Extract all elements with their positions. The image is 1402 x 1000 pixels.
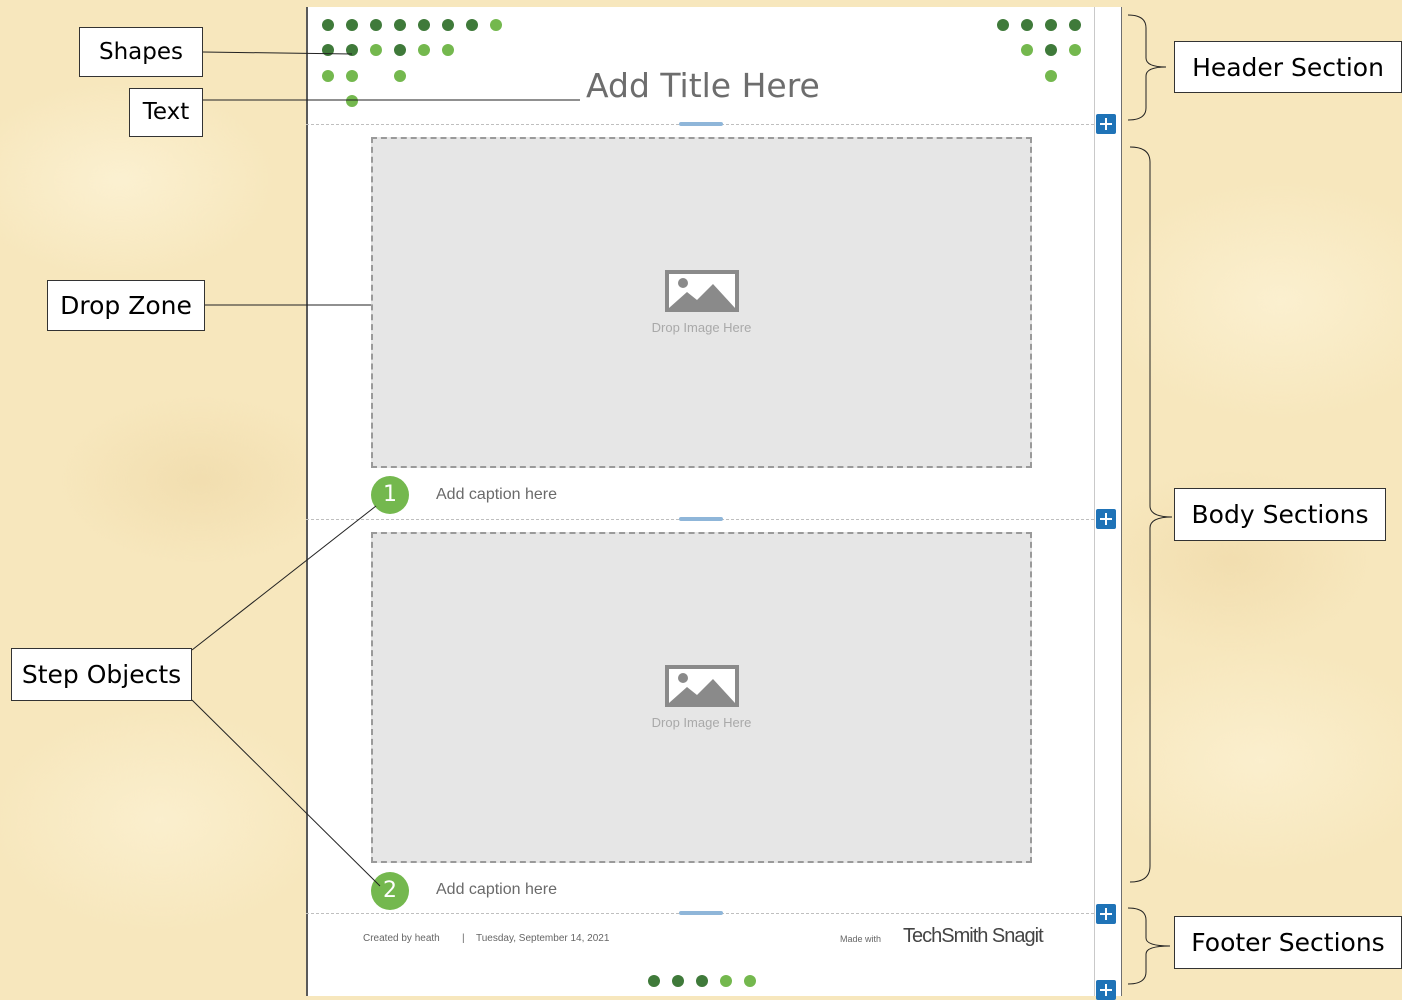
template-title[interactable]: Add Title Here: [586, 66, 820, 105]
shape-dot[interactable]: [370, 19, 382, 31]
add-section-button[interactable]: [1096, 904, 1116, 924]
shape-dot[interactable]: [418, 44, 430, 56]
shape-dot[interactable]: [696, 975, 708, 987]
shape-dot[interactable]: [466, 19, 478, 31]
shape-dot[interactable]: [1045, 19, 1057, 31]
drop-image-label: Drop Image Here: [651, 320, 752, 335]
shapes-callout: Shapes: [79, 27, 203, 77]
shape-dot[interactable]: [322, 19, 334, 31]
step-caption[interactable]: Add caption here: [436, 881, 557, 899]
shape-dot[interactable]: [744, 975, 756, 987]
shape-dot[interactable]: [1045, 70, 1057, 82]
add-section-button[interactable]: [1096, 980, 1116, 1000]
shape-dot[interactable]: [322, 70, 334, 82]
shape-dot[interactable]: [1069, 19, 1081, 31]
shape-dot[interactable]: [1021, 19, 1033, 31]
add-section-button[interactable]: [1096, 114, 1116, 134]
shape-dot[interactable]: [1069, 44, 1081, 56]
image-drop-zone[interactable]: Drop Image Here: [371, 137, 1032, 468]
footer-sections-callout: Footer Sections: [1174, 916, 1402, 969]
shape-dot[interactable]: [322, 44, 334, 56]
section-resize-handle[interactable]: [679, 911, 723, 915]
step-number-badge[interactable]: 2: [371, 872, 409, 910]
footer-separator: |: [462, 933, 465, 944]
footer-made-with: Made with: [840, 934, 882, 944]
header-section-bracket: [1127, 14, 1167, 121]
step-number-badge[interactable]: 1: [371, 476, 409, 514]
shape-dot[interactable]: [997, 19, 1009, 31]
shape-dot[interactable]: [394, 70, 406, 82]
shape-dot[interactable]: [490, 19, 502, 31]
shape-dot[interactable]: [418, 19, 430, 31]
shape-dot[interactable]: [346, 70, 358, 82]
header-section-callout: Header Section: [1174, 41, 1402, 93]
image-placeholder-icon: [665, 665, 739, 707]
section-control-rail: [1094, 7, 1122, 996]
step-caption[interactable]: Add caption here: [436, 486, 557, 504]
step-objects-callout: Step Objects: [11, 648, 192, 701]
shape-dot[interactable]: [442, 44, 454, 56]
techsmith-snagit-logo: TechSmith Snagit: [903, 925, 1044, 947]
text-callout: Text: [129, 88, 203, 137]
shape-dot[interactable]: [394, 19, 406, 31]
shape-dot[interactable]: [442, 19, 454, 31]
shape-dot[interactable]: [370, 44, 382, 56]
shape-dot[interactable]: [1021, 44, 1033, 56]
shape-dot[interactable]: [1045, 44, 1057, 56]
add-section-button[interactable]: [1096, 509, 1116, 529]
footer-sections-bracket: [1127, 907, 1171, 985]
section-resize-handle[interactable]: [679, 517, 723, 521]
image-placeholder-icon: [665, 270, 739, 312]
drop-zone-callout: Drop Zone: [47, 280, 205, 331]
shape-dot[interactable]: [720, 975, 732, 987]
shape-dot[interactable]: [346, 44, 358, 56]
shape-dot[interactable]: [346, 19, 358, 31]
shape-dot[interactable]: [648, 975, 660, 987]
image-drop-zone[interactable]: Drop Image Here: [371, 532, 1032, 863]
drop-image-label: Drop Image Here: [651, 715, 752, 730]
footer-created-by[interactable]: Created by heath: [363, 933, 440, 944]
body-sections-callout: Body Sections: [1174, 488, 1386, 541]
section-resize-handle[interactable]: [679, 122, 723, 126]
footer-date[interactable]: Tuesday, September 14, 2021: [476, 933, 609, 944]
shape-dot[interactable]: [672, 975, 684, 987]
shape-dot[interactable]: [394, 44, 406, 56]
body-sections-bracket: [1129, 146, 1173, 883]
shape-dot[interactable]: [346, 95, 358, 107]
